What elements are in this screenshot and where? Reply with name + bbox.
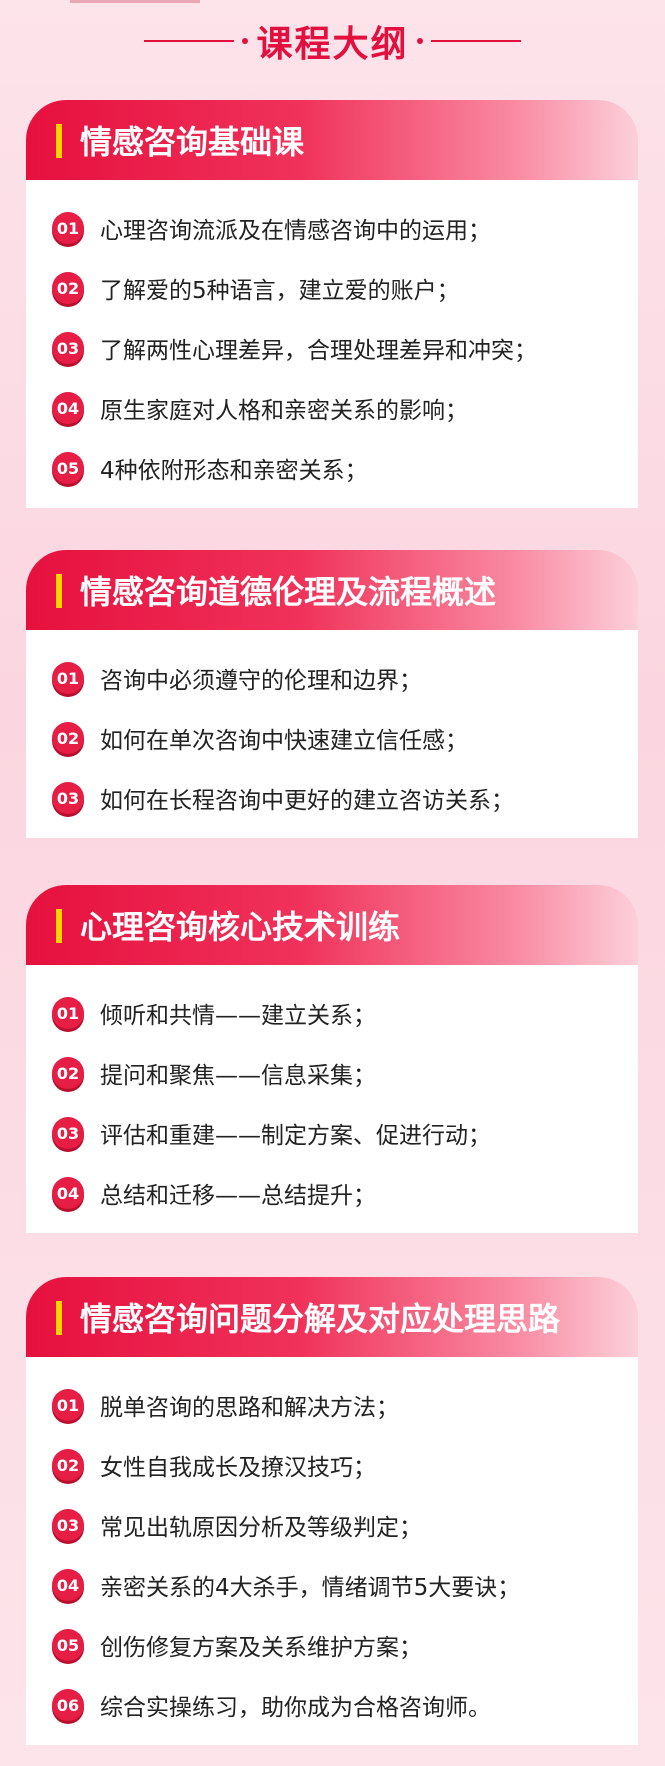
number-badge: 05 [52, 1629, 84, 1661]
number-badge: 04 [52, 1177, 84, 1209]
number-badge: 04 [52, 392, 84, 424]
header-right-dot [416, 38, 423, 44]
list-item: 01 脱单咨询的思路和解决方法； [26, 1375, 638, 1435]
section-title: 情感咨询基础课 [80, 123, 305, 161]
item-text: 倾听和共情——建立关系； [100, 1003, 376, 1029]
section-body: 01 脱单咨询的思路和解决方法； 02 女性自我成长及撩汉技巧； 03 常见出轨原因分… [26, 1357, 638, 1745]
item-text: 原生家庭对人格和亲密关系的影响； [100, 398, 468, 424]
number-badge: 01 [52, 212, 84, 244]
item-text: 亲密关系的4大杀手，情绪调节5大要诀； [100, 1575, 521, 1601]
section-header: 情感咨询道德伦理及流程概述 [26, 550, 638, 630]
section-accent-bar [56, 574, 62, 608]
item-text: 脱单咨询的思路和解决方法； [100, 1395, 399, 1421]
list-item: 01 倾听和共情——建立关系； [26, 983, 638, 1043]
section-title: 情感咨询道德伦理及流程概述 [80, 573, 497, 611]
list-item: 02 女性自我成长及撩汉技巧； [26, 1435, 638, 1495]
list-item: 05 4种依附形态和亲密关系； [26, 438, 638, 498]
number-badge: 03 [52, 1117, 84, 1149]
item-text: 综合实操练习，助你成为合格咨询师。 [100, 1695, 491, 1721]
item-text: 常见出轨原因分析及等级判定； [100, 1515, 422, 1541]
section-title: 情感咨询问题分解及对应处理思路 [80, 1300, 561, 1338]
item-text: 评估和重建——制定方案、促进行动； [100, 1123, 491, 1149]
section-ethics: 情感咨询道德伦理及流程概述 01 咨询中必须遵守的伦理和边界； 02 如何在单次咨询… [26, 550, 638, 838]
list-item: 05 创伤修复方案及关系维护方案； [26, 1615, 638, 1675]
item-text: 心理咨询流派及在情感咨询中的运用； [100, 218, 491, 244]
item-text: 了解爱的5种语言，建立爱的账户； [100, 278, 460, 304]
number-badge: 01 [52, 662, 84, 694]
section-basic: 情感咨询基础课 01 心理咨询流派及在情感咨询中的运用； 02 了解爱的5种语言，建… [26, 100, 638, 508]
section-problems: 情感咨询问题分解及对应处理思路 01 脱单咨询的思路和解决方法； 02 女性自我成长… [26, 1277, 638, 1745]
number-badge: 01 [52, 1389, 84, 1421]
list-item: 03 了解两性心理差异，合理处理差异和冲突； [26, 318, 638, 378]
number-badge: 02 [52, 1057, 84, 1089]
section-accent-bar [56, 124, 62, 158]
item-text: 提问和聚焦——信息采集； [100, 1063, 376, 1089]
section-techniques: 心理咨询核心技术训练 01 倾听和共情——建立关系； 02 提问和聚焦——信息采集；… [26, 885, 638, 1233]
header-right-line [430, 40, 521, 42]
number-badge: 02 [52, 1449, 84, 1481]
item-text: 如何在长程咨询中更好的建立咨访关系； [100, 788, 514, 814]
number-badge: 06 [52, 1689, 84, 1721]
header-left-dot [242, 38, 249, 44]
item-text: 总结和迁移——总结提升； [100, 1183, 376, 1209]
section-body: 01 心理咨询流派及在情感咨询中的运用； 02 了解爱的5种语言，建立爱的账户； 0… [26, 180, 638, 508]
number-badge: 03 [52, 1509, 84, 1541]
list-item: 02 如何在单次咨询中快速建立信任感； [26, 708, 638, 768]
number-badge: 03 [52, 332, 84, 364]
list-item: 02 提问和聚焦——信息采集； [26, 1043, 638, 1103]
header-left-line [144, 40, 235, 42]
list-item: 02 了解爱的5种语言，建立爱的账户； [26, 258, 638, 318]
section-header: 心理咨询核心技术训练 [26, 885, 638, 965]
number-badge: 03 [52, 782, 84, 814]
number-badge: 01 [52, 997, 84, 1029]
section-title: 心理咨询核心技术训练 [80, 908, 401, 946]
list-item: 04 原生家庭对人格和亲密关系的影响； [26, 378, 638, 438]
number-badge: 02 [52, 722, 84, 754]
item-text: 4种依附形态和亲密关系； [100, 458, 368, 484]
list-item: 01 心理咨询流派及在情感咨询中的运用； [26, 198, 638, 258]
list-item: 04 总结和迁移——总结提升； [26, 1163, 638, 1223]
item-text: 女性自我成长及撩汉技巧； [100, 1455, 376, 1481]
section-header: 情感咨询基础课 [26, 100, 638, 180]
section-accent-bar [56, 909, 62, 943]
section-body: 01 倾听和共情——建立关系； 02 提问和聚焦——信息采集； 03 评估和重建——制… [26, 965, 638, 1233]
item-text: 如何在单次咨询中快速建立信任感； [100, 728, 468, 754]
list-item: 03 评估和重建——制定方案、促进行动； [26, 1103, 638, 1163]
number-badge: 05 [52, 452, 84, 484]
list-item: 01 咨询中必须遵守的伦理和边界； [26, 648, 638, 708]
page-title: 课程大纲 [256, 24, 409, 65]
list-item: 06 综合实操练习，助你成为合格咨询师。 [26, 1675, 638, 1735]
section-header: 情感咨询问题分解及对应处理思路 [26, 1277, 638, 1357]
number-badge: 04 [52, 1569, 84, 1601]
item-text: 了解两性心理差异，合理处理差异和冲突； [100, 338, 537, 364]
section-body: 01 咨询中必须遵守的伦理和边界； 02 如何在单次咨询中快速建立信任感； 03 如何… [26, 630, 638, 838]
list-item: 03 常见出轨原因分析及等级判定； [26, 1495, 638, 1555]
number-badge: 02 [52, 272, 84, 304]
outline-header: 课程大纲 [0, 0, 665, 82]
item-text: 咨询中必须遵守的伦理和边界； [100, 668, 422, 694]
list-item: 04 亲密关系的4大杀手，情绪调节5大要诀； [26, 1555, 638, 1615]
item-text: 创伤修复方案及关系维护方案； [100, 1635, 422, 1661]
section-accent-bar [56, 1301, 62, 1335]
list-item: 03 如何在长程咨询中更好的建立咨访关系； [26, 768, 638, 828]
